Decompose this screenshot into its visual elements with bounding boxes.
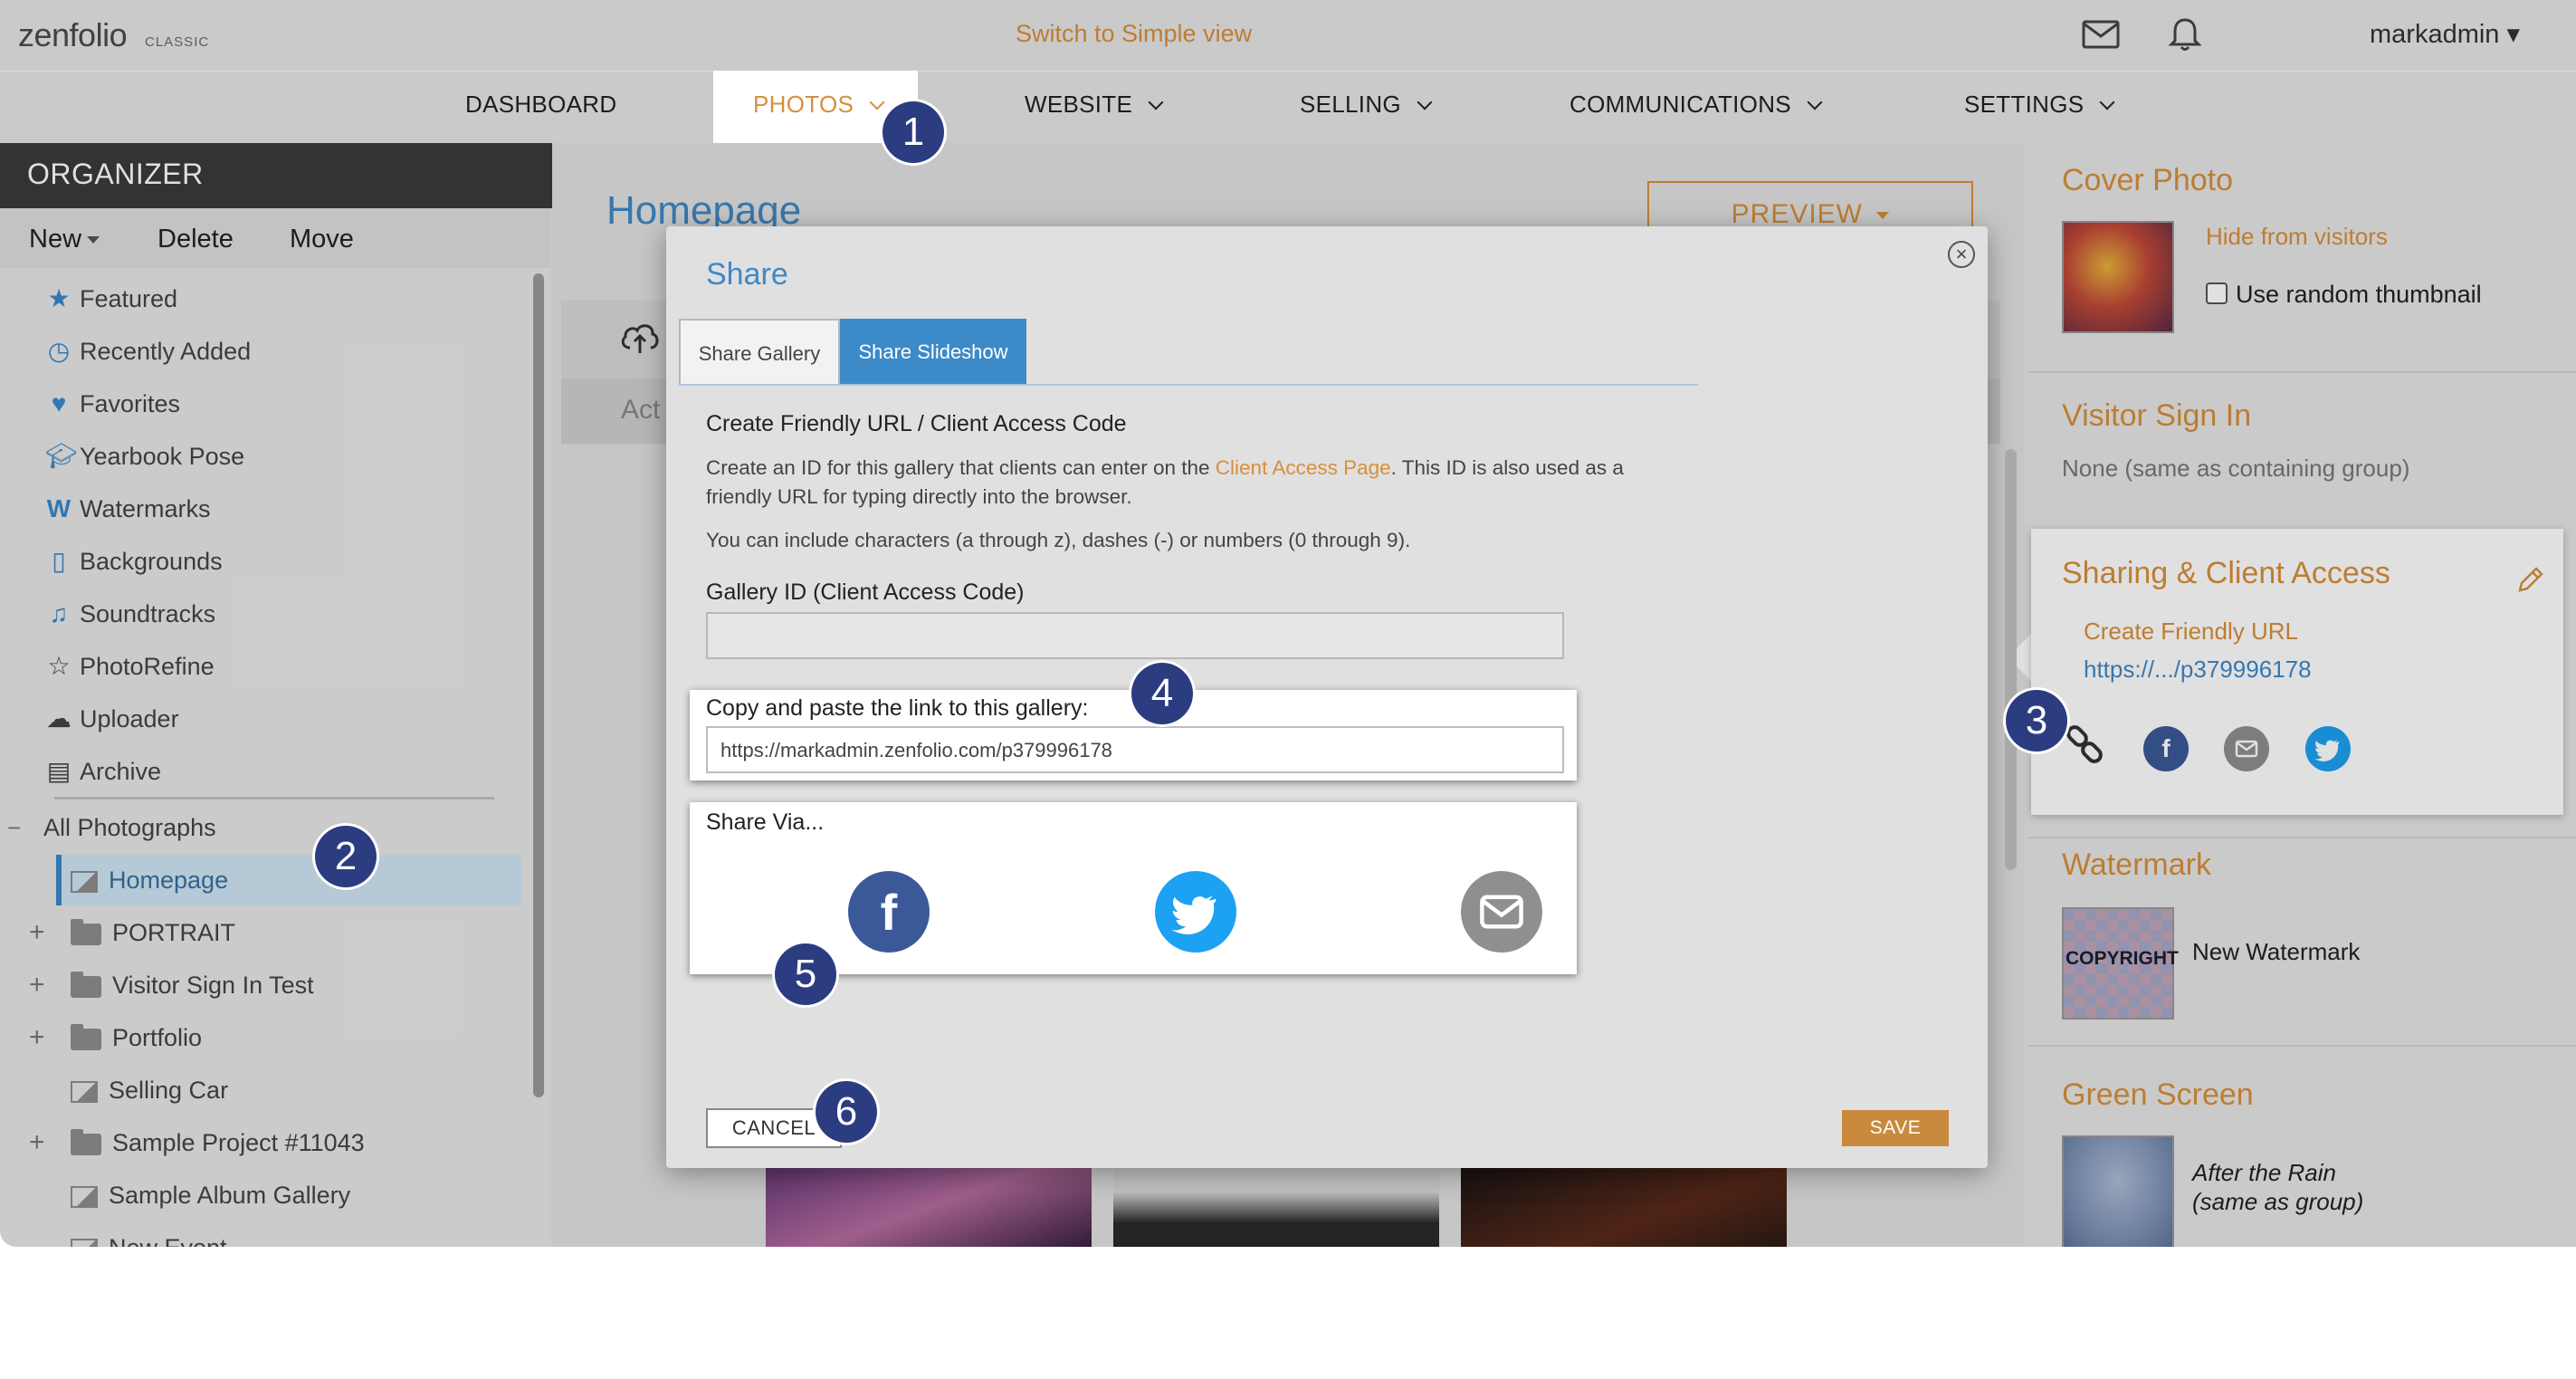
tab-underline — [679, 384, 1698, 386]
nav-photos-label: PHOTOS — [753, 91, 854, 118]
description-text: . This ID is also used as a — [1390, 456, 1624, 479]
step-badge-4: 4 — [1131, 663, 1193, 724]
allowed-characters-note: You can include characters (a through z)… — [706, 529, 1411, 551]
friendly-url-description-line2: friendly URL for typing directly into th… — [706, 485, 1132, 508]
client-access-page-link[interactable]: Client Access Page — [1216, 456, 1391, 479]
tab-share-slideshow[interactable]: Share Slideshow — [840, 319, 1026, 386]
gallery-id-input[interactable] — [706, 612, 1564, 659]
step-badge-5: 5 — [775, 943, 836, 1005]
friendly-url-description: Create an ID for this gallery that clien… — [706, 456, 1624, 480]
step-badge-2: 2 — [315, 826, 377, 887]
tab-share-gallery[interactable]: Share Gallery — [679, 319, 840, 386]
step-badge-6: 6 — [816, 1081, 877, 1143]
gallery-link-field[interactable]: https://markadmin.zenfolio.com/p37999617… — [706, 726, 1564, 773]
chevron-down-icon — [869, 94, 885, 110]
share-dialog-title: Share — [706, 257, 788, 292]
dialog-scrollbar[interactable] — [2005, 449, 2017, 870]
nav-photos-highlighted[interactable]: PHOTOS — [753, 91, 885, 119]
close-icon[interactable]: × — [1948, 241, 1975, 268]
friendly-url-heading: Create Friendly URL / Client Access Code — [706, 411, 1127, 436]
app-window: zenfolio CLASSIC Switch to Simple view m… — [0, 0, 2576, 1247]
description-text: Create an ID for this gallery that clien… — [706, 456, 1216, 479]
step-badge-1: 1 — [883, 101, 944, 163]
twitter-share-icon[interactable] — [1155, 871, 1236, 953]
copy-link-label: Copy and paste the link to this gallery: — [706, 695, 1089, 721]
gallery-id-label: Gallery ID (Client Access Code) — [706, 579, 1025, 605]
save-button[interactable]: SAVE — [1842, 1110, 1949, 1146]
share-via-label: Share Via... — [706, 809, 825, 835]
step-badge-3: 3 — [2006, 690, 2067, 752]
facebook-share-icon[interactable]: f — [848, 871, 930, 953]
email-share-icon[interactable] — [1461, 871, 1542, 953]
